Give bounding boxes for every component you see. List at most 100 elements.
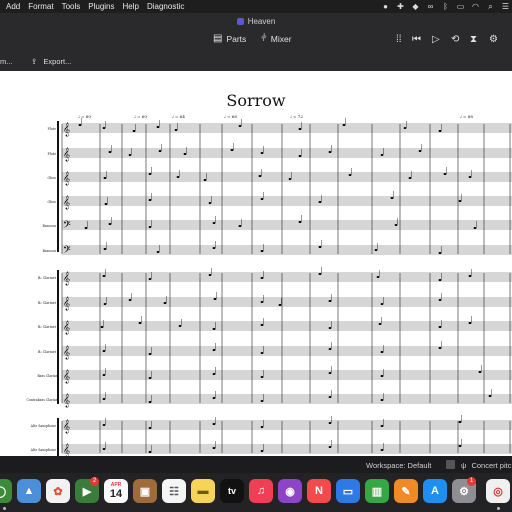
mixer-button[interactable]: ⫩ Mixer <box>261 34 292 45</box>
note-head <box>473 227 477 229</box>
loop-icon[interactable]: ⟲ <box>451 34 459 45</box>
score-page[interactable]: Sorrow Flute 1 Flute 2 Oboe 1 Oboe 2 Bassoon… <box>0 71 512 456</box>
menu-add[interactable]: Add <box>0 2 24 11</box>
photos-app-icon[interactable]: ✿ <box>46 479 70 503</box>
control-center-icon[interactable]: ☰ <box>501 2 510 11</box>
glasses-icon[interactable]: ∞ <box>426 2 435 11</box>
menu-diagnostic[interactable]: Diagnostic <box>143 2 188 11</box>
note-head <box>174 129 178 131</box>
battery-icon[interactable]: ▭ <box>456 2 465 11</box>
note-head <box>148 173 152 175</box>
rewind-icon[interactable]: ⏮ <box>412 34 421 45</box>
note-head <box>438 326 442 328</box>
menu-tools[interactable]: Tools <box>58 2 85 11</box>
note-head <box>103 303 107 305</box>
note-head <box>148 278 152 280</box>
workspace-toggle[interactable] <box>446 460 455 469</box>
tempo-mark: ♩ = 88 <box>460 114 473 119</box>
parts-button[interactable]: ▤ Parts <box>213 34 246 45</box>
keynote-app-icon[interactable]: ▭ <box>336 479 360 503</box>
note-head <box>438 279 442 281</box>
note-head <box>183 153 187 155</box>
note-head <box>104 203 108 205</box>
note-head <box>318 201 322 203</box>
running-indicator <box>3 507 6 510</box>
pages-app-icon[interactable]: ✎ <box>394 479 418 503</box>
note-head <box>230 149 234 151</box>
note-head <box>108 151 112 153</box>
note-head <box>100 326 104 328</box>
news-app-icon[interactable]: N <box>307 479 331 503</box>
note-head <box>148 377 152 379</box>
podcasts-app-icon[interactable]: ◉ <box>278 479 302 503</box>
note-head <box>380 399 384 401</box>
secondary-toolbar: m... ⇪ Export... <box>0 51 512 72</box>
archive-app-icon[interactable]: ▣ <box>133 479 157 503</box>
calendar-app-icon[interactable]: APR 14 <box>104 479 128 503</box>
note-head <box>443 173 447 175</box>
note-head <box>328 151 332 153</box>
search-icon[interactable]: ⌕ <box>486 2 495 11</box>
play-icon[interactable]: ▷ <box>432 34 440 45</box>
note-head <box>203 179 207 181</box>
app-store-icon[interactable]: A <box>423 479 447 503</box>
notes-app-icon[interactable]: ▬ <box>191 479 215 503</box>
note-head <box>328 300 332 302</box>
note-head <box>438 252 442 254</box>
note-head <box>380 425 384 427</box>
instrument-name: B♭ Clarinet 2 <box>38 301 59 305</box>
metronome-icon[interactable]: ⧗ <box>470 34 477 45</box>
note-head <box>328 396 332 398</box>
note-head <box>328 348 332 350</box>
extension-icon[interactable]: ◆ <box>411 2 420 11</box>
note-head <box>108 223 112 225</box>
messages-app-icon[interactable]: ◯ <box>0 479 12 503</box>
concert-pitch-label: Concert pitc <box>471 461 512 470</box>
tv-label: tv <box>227 486 236 496</box>
game-controller-icon[interactable]: ✚ <box>396 2 405 11</box>
chrome-app-icon[interactable]: ◎ <box>486 479 510 503</box>
system-bracket <box>57 121 59 252</box>
running-indicator <box>497 507 500 510</box>
dots-grid-icon[interactable]: ⁞⁞ <box>396 34 402 45</box>
note-head <box>238 225 242 227</box>
note-head <box>328 446 332 448</box>
note-head <box>380 375 384 377</box>
note-head <box>394 224 398 226</box>
bluetooth-icon[interactable]: ᛒ <box>441 2 450 11</box>
settings-badge: 1 <box>467 477 476 486</box>
settings-gear-icon[interactable]: ⚙ <box>489 34 498 45</box>
window-titlebar: Heaven <box>0 13 512 29</box>
photos-badge: 2 <box>90 477 99 486</box>
record-icon[interactable]: ● <box>381 2 390 11</box>
music-app-icon[interactable]: ♫ <box>249 479 273 503</box>
clef: 𝄞 <box>63 296 70 310</box>
tempo-mark: ♩ = 80 <box>78 114 91 119</box>
concert-pitch-toggle[interactable]: ψ Concert pitc <box>461 461 511 470</box>
truncated-left-item[interactable]: m... <box>0 57 13 66</box>
menu-format[interactable]: Format <box>24 2 57 11</box>
note-head <box>260 250 264 252</box>
note-head <box>212 373 216 375</box>
clef: 𝄢 <box>63 244 71 258</box>
note-head <box>378 323 382 325</box>
wifi-icon[interactable]: ◠ <box>471 2 480 11</box>
note-head <box>438 347 442 349</box>
export-button[interactable]: ⇪ Export... <box>31 57 71 66</box>
note-head <box>328 327 332 329</box>
note-head <box>458 421 462 423</box>
instrument-name: B♭ Clarinet 4 <box>38 350 59 354</box>
tv-app-icon[interactable]: tv <box>220 479 244 503</box>
menu-help[interactable]: Help <box>119 2 143 11</box>
menu-plugins[interactable]: Plugins <box>84 2 118 11</box>
clef: 𝄞 <box>63 393 70 407</box>
instrument-name: Bassoon 2 <box>43 249 59 253</box>
note-head <box>380 449 384 451</box>
note-head <box>288 178 292 180</box>
numbers-app-icon[interactable]: ▥ <box>365 479 389 503</box>
reminders-app-icon[interactable]: ☷ <box>162 479 186 503</box>
note-head <box>156 251 160 253</box>
maps-app-icon[interactable]: ▲ <box>17 479 41 503</box>
workspace-label[interactable]: Workspace: Default <box>366 461 431 470</box>
score-notation: Flute 1Flute 2Oboe 1Oboe 2Bassoon 1Basso… <box>27 114 512 456</box>
